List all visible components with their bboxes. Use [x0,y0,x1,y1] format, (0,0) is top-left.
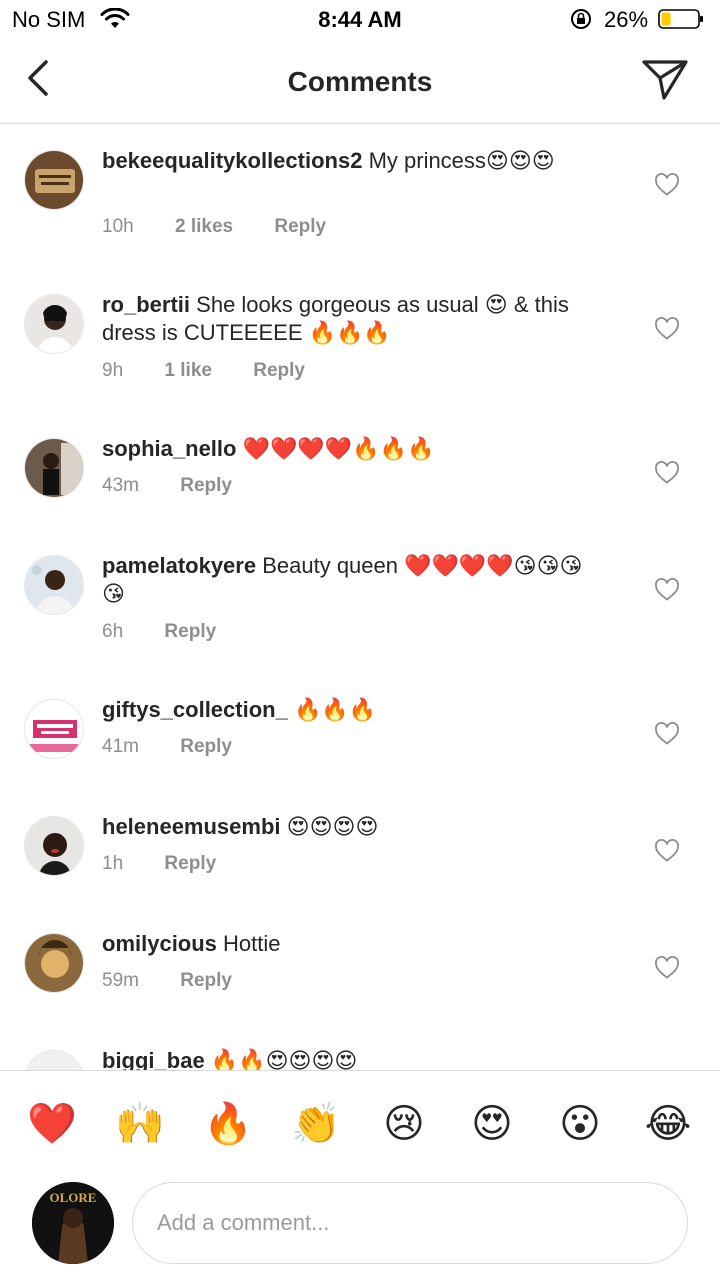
comment-text: biggi_bae 🔥🔥😍😍😍😍 [102,1047,602,1070]
reply-button[interactable]: Reply [180,736,232,757]
emoji-crying[interactable]: 😢 [379,1099,429,1149]
status-bar: No SIM 8:44 AM 26% [0,0,720,40]
comment-message: ❤️❤️❤️❤️🔥🔥🔥 [242,436,435,461]
comment-text: ro_bertii She looks gorgeous as usual 😍 … [102,291,602,347]
avatar[interactable] [24,933,84,993]
comment-username[interactable]: bekeequalitykollections2 [102,148,362,173]
comment-meta: 1h Reply [102,853,252,875]
comment-message: 🔥🔥🔥 [293,697,377,722]
like-heart-icon[interactable] [654,722,680,746]
like-heart-icon[interactable] [654,839,680,863]
comment-likes[interactable]: 1 like [164,360,212,381]
avatar[interactable] [24,1050,84,1070]
comment-username[interactable]: pamelatokyere [102,553,256,578]
comment-username[interactable]: omilycious [102,931,217,956]
emoji-joy[interactable]: 😂 [643,1099,693,1149]
emoji-clapping[interactable]: 👏 [291,1099,341,1149]
comment-time: 6h [102,621,124,642]
comment-message: Hottie [223,931,281,956]
comment-time: 10h [102,216,134,237]
comment-meta: 59m Reply [102,970,268,992]
direct-share-icon[interactable] [640,56,690,102]
like-heart-icon[interactable] [654,461,680,485]
comment-time: 43m [102,475,139,496]
emoji-surprised[interactable]: 😮 [555,1099,605,1149]
reply-button[interactable]: Reply [180,970,232,991]
comment-username[interactable]: giftys_collection_ [102,697,288,722]
comment-text: pamelatokyere Beauty queen ❤️❤️❤️❤️😘😘😘😘 [102,552,602,608]
comment-time: 9h [102,360,124,381]
emoji-heart-eyes[interactable]: 😍 [467,1099,517,1149]
comment-username[interactable]: biggi_bae [102,1048,205,1070]
comment-time: 1h [102,853,124,874]
comment-text: sophia_nello ❤️❤️❤️❤️🔥🔥🔥 [102,435,602,463]
like-heart-icon[interactable] [654,173,680,197]
reply-button[interactable]: Reply [180,475,232,496]
reply-button[interactable]: Reply [164,853,216,874]
comment-meta: 43m Reply [102,475,268,497]
emoji-fire[interactable]: 🔥 [203,1099,253,1149]
like-heart-icon[interactable] [654,578,680,602]
comment-text: giftys_collection_ 🔥🔥🔥 [102,696,602,724]
my-avatar[interactable]: OLORE [32,1182,114,1264]
comment-username[interactable]: sophia_nello [102,436,236,461]
rotation-lock-icon [571,9,591,29]
battery-percent: 26% [604,7,649,32]
avatar[interactable] [24,816,84,876]
my-avatar-logo-text: OLORE [50,1190,97,1205]
comment-likes[interactable]: 2 likes [175,216,233,237]
comment-time: 41m [102,736,139,757]
avatar[interactable] [24,699,84,759]
avatar[interactable] [24,294,84,354]
comment-time: 59m [102,970,139,991]
comment-meta: 41m Reply [102,736,268,758]
reply-button[interactable]: Reply [164,621,216,642]
comment-meta: 9h 1 like Reply [102,360,341,382]
comments-header: Comments [0,40,720,124]
avatar[interactable] [24,150,84,210]
avatar[interactable] [24,555,84,615]
comment-text: omilycious Hottie [102,930,602,958]
comment-message: 🔥🔥😍😍😍😍 [210,1048,358,1070]
avatar[interactable] [24,438,84,498]
comment-message: 😍😍😍😍 [286,814,379,839]
like-heart-icon[interactable] [654,317,680,341]
comment-username[interactable]: ro_bertii [102,292,190,317]
comment-meta: 10h 2 likes Reply [102,216,362,238]
like-heart-icon[interactable] [654,956,680,980]
comment-composer: OLORE [0,1174,720,1280]
comment-meta: 6h Reply [102,621,252,643]
page-title: Comments [287,66,433,97]
comment-text: heleneemusembi 😍😍😍😍 [102,813,602,841]
emoji-raised-hands[interactable]: 🙌 [115,1099,165,1149]
reply-button[interactable]: Reply [274,216,326,237]
comment-input[interactable] [132,1182,688,1264]
emoji-quick-bar: ❤️ 🙌 🔥 👏 😢 😍 😮 😂 [0,1070,720,1174]
comments-list[interactable]: bekeequalitykollections2 My princess😍😍😍 … [0,125,720,1070]
comment-text: bekeequalitykollections2 My princess😍😍😍 [102,147,602,175]
comment-message: My princess😍😍😍 [368,148,555,173]
emoji-heart[interactable]: ❤️ [27,1099,77,1149]
comment-username[interactable]: heleneemusembi [102,814,281,839]
battery-icon [658,9,703,29]
reply-button[interactable]: Reply [253,360,305,381]
